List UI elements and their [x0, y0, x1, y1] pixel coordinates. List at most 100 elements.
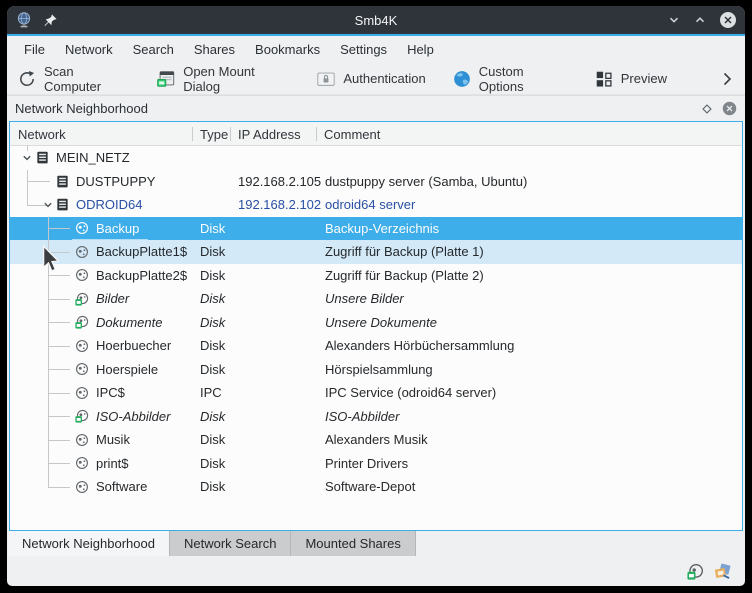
cell-network-name: Dokumente: [96, 311, 162, 335]
expander-icon[interactable]: [21, 152, 33, 164]
tree-row-print-[interactable]: print$DiskPrinter Drivers: [10, 452, 742, 476]
tree-row-backup[interactable]: BackupDiskBackup-Verzeichnis: [10, 217, 742, 241]
cell-type: Disk: [200, 311, 225, 335]
menu-file[interactable]: File: [15, 39, 54, 60]
tab-mounted-shares[interactable]: Mounted Shares: [291, 531, 415, 556]
menu-shares[interactable]: Shares: [185, 39, 244, 60]
tree-header: Network TypeIP Address Comment: [10, 122, 742, 146]
column-header-ip-address[interactable]: IP Address: [230, 122, 301, 146]
tree-branch-tick: [48, 369, 70, 370]
close-circle-light-icon: [719, 11, 737, 29]
column-header-network[interactable]: Network: [10, 122, 66, 146]
tree-branch-tick: [27, 181, 50, 182]
share-mounted-icon: [74, 408, 90, 424]
cell-network-name: BackupPlatte1$: [96, 240, 187, 264]
statusbar: [7, 556, 745, 586]
cell-ip-address: 192.168.2.105: [238, 170, 321, 194]
preview-button[interactable]: Preview: [594, 69, 667, 89]
share-icon: [74, 455, 90, 471]
tree-row-dustpuppy[interactable]: DUSTPUPPY192.168.2.105dustpuppy server (…: [10, 170, 742, 194]
maximize-button[interactable]: [693, 13, 707, 27]
column-header-comment[interactable]: Comment: [316, 122, 380, 146]
close-panel-button[interactable]: [722, 101, 737, 116]
titlebar[interactable]: Smb4K: [7, 6, 745, 34]
mounted-share-icon: [687, 563, 704, 580]
close-button[interactable]: [719, 11, 737, 29]
tree-row-odroid64[interactable]: ODROID64192.168.2.102odroid64 server: [10, 193, 742, 217]
pin-icon[interactable]: [43, 13, 58, 28]
cell-type: IPC: [200, 381, 222, 405]
column-separator[interactable]: [316, 127, 317, 141]
toolbar: Scan Computer Open Mount Dialog Authentica…: [7, 63, 745, 95]
toolbar-label: Custom Options: [479, 64, 568, 94]
tree-row-ipc-[interactable]: IPC$IPCIPC Service (odroid64 server): [10, 381, 742, 405]
cell-type: Disk: [200, 452, 225, 476]
chevron-right-icon: [719, 71, 735, 87]
scan-computer-button[interactable]: Scan Computer: [17, 64, 130, 94]
tree-row-backupplatte1-[interactable]: BackupPlatte1$ Disk Zugriff für Backup (Pl…: [10, 240, 742, 264]
cell-type: Disk: [200, 240, 225, 264]
dock-tabbar: Network NeighborhoodNetwork SearchMounte…: [7, 531, 745, 556]
server-icon: [34, 150, 50, 166]
cell-network-name: Software: [96, 475, 147, 499]
column-header-type[interactable]: Type: [192, 122, 228, 146]
share-icon: [74, 244, 90, 260]
authentication-button[interactable]: Authentication: [316, 69, 425, 89]
expander-icon[interactable]: [42, 199, 54, 211]
cell-comment: Printer Drivers: [325, 452, 408, 476]
cell-comment: Zugriff für Backup (Platte 1): [325, 240, 484, 264]
tree-row-backupplatte2-[interactable]: BackupPlatte2$DiskZugriff für Backup (Pl…: [10, 264, 742, 288]
share-icon: [74, 267, 90, 283]
tree-body: MEIN_NETZDUSTPUPPY192.168.2.105dustpuppy…: [10, 146, 742, 530]
tree-branch-tick: [48, 440, 70, 441]
tree-branch-line: [27, 193, 28, 205]
tree-row-software[interactable]: SoftwareDiskSoftware-Depot: [10, 475, 742, 499]
tab-network-neighborhood[interactable]: Network Neighborhood: [8, 531, 170, 556]
menu-help[interactable]: Help: [398, 39, 443, 60]
cell-comment: Alexanders Hörbüchersammlung: [325, 334, 514, 358]
menu-bookmarks[interactable]: Bookmarks: [246, 39, 329, 60]
toolbar-overflow-button[interactable]: [719, 71, 735, 87]
share-icon: [74, 220, 90, 236]
custom-options-icon: [452, 69, 472, 89]
tree-row-hoerbuecher[interactable]: HoerbuecherDiskAlexanders Hörbüchersamml…: [10, 334, 742, 358]
dock-panel-header[interactable]: Network Neighborhood: [7, 95, 745, 121]
open-mount-dialog-button[interactable]: Open Mount Dialog: [156, 64, 290, 94]
tree-branch-tick: [48, 299, 70, 300]
menubar: FileNetworkSearchSharesBookmarksSettings…: [7, 36, 745, 63]
tree-branch-line: [27, 146, 28, 151]
cell-comment: Alexanders Musik: [325, 428, 428, 452]
share-mounted-icon: [74, 291, 90, 307]
toolbar-label: Authentication: [343, 71, 425, 86]
tree-row-dokumente[interactable]: DokumenteDiskUnsere Dokumente: [10, 311, 742, 335]
tree-branch-tick: [48, 463, 70, 464]
tree-row-iso-abbilder[interactable]: ISO-AbbilderDiskISO-Abbilder: [10, 405, 742, 429]
cell-network-name: ISO-Abbilder: [96, 405, 170, 429]
cell-network-name: Hoerbuecher: [96, 334, 171, 358]
cell-comment: ISO-Abbilder: [325, 405, 399, 429]
share-icon: [74, 479, 90, 495]
cell-comment: Software-Depot: [325, 475, 415, 499]
menu-settings[interactable]: Settings: [331, 39, 396, 60]
minimize-button[interactable]: [667, 13, 681, 27]
cell-comment: dustpuppy server (Samba, Ubuntu): [325, 170, 527, 194]
tree-row-bilder[interactable]: BilderDiskUnsere Bilder: [10, 287, 742, 311]
tree-row-mein-netz[interactable]: MEIN_NETZ: [10, 146, 742, 170]
cell-network-name: IPC$: [96, 381, 125, 405]
chevron-up-icon: [693, 13, 707, 27]
tab-network-search[interactable]: Network Search: [170, 531, 291, 556]
menu-search[interactable]: Search: [124, 39, 183, 60]
share-mounted-icon: [74, 314, 90, 330]
window-title: Smb4K: [235, 13, 517, 28]
tree-row-musik[interactable]: MusikDiskAlexanders Musik: [10, 428, 742, 452]
tree-row-hoerspiele[interactable]: HoerspieleDiskHörspielsammlung: [10, 358, 742, 382]
float-panel-button[interactable]: [701, 103, 713, 115]
window-buttons: [517, 11, 737, 29]
column-separator[interactable]: [192, 127, 193, 141]
custom-options-button[interactable]: Custom Options: [452, 64, 568, 94]
column-separator[interactable]: [230, 127, 231, 141]
preview-icon: [594, 69, 614, 89]
menu-network[interactable]: Network: [56, 39, 122, 60]
tree-branch-tick: [48, 487, 70, 488]
tree-branch-tick: [48, 393, 70, 394]
